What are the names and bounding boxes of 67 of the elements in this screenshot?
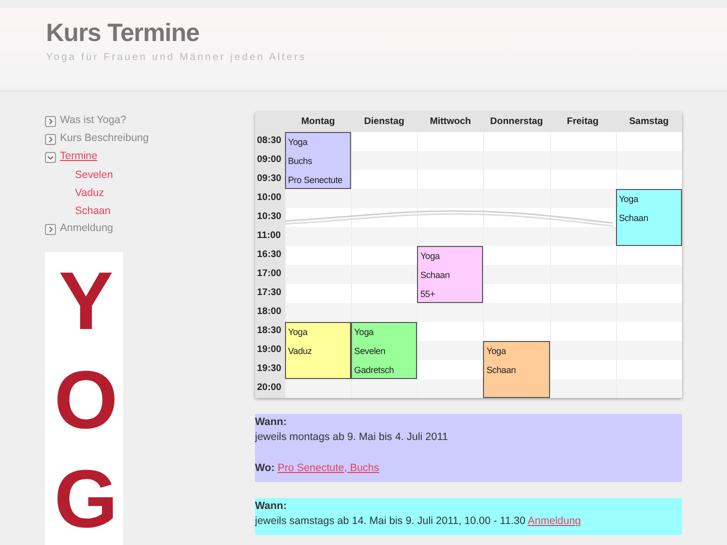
time-label: 19:00 — [255, 341, 285, 360]
schedule-cell — [285, 379, 352, 398]
time-label: 18:30 — [255, 322, 285, 341]
time-label: 09:00 — [255, 151, 285, 170]
site-subtitle: Yoga für Frauen und Männer jeden Alters — [46, 50, 308, 64]
time-label: 08:30 — [255, 132, 285, 151]
time-label: 11:00 — [255, 227, 285, 246]
schedule-cell — [351, 189, 418, 208]
day-header: Freitag — [550, 112, 616, 132]
calendar-event[interactable]: Yoga Sevelen Gadretsch — [351, 322, 418, 379]
time-label: 09:30 — [255, 170, 285, 189]
when-label: Wann: — [255, 498, 288, 514]
nav-link[interactable]: Was ist Yoga? — [60, 113, 126, 129]
day-header: Dienstag — [351, 112, 418, 132]
schedule-cell — [550, 227, 616, 246]
yoga-logo: YOG — [45, 252, 123, 545]
schedule-cell — [351, 379, 418, 398]
schedule-cell — [417, 227, 484, 246]
collapse-icon[interactable] — [45, 152, 56, 162]
schedule-cell — [417, 303, 484, 322]
expand-icon[interactable] — [45, 116, 56, 126]
when-text: jeweils samstags ab 14. Mai bis 9. Juli 2011, 10.00 - 11.30 Anmeldung — [255, 514, 582, 530]
calendar-event[interactable]: Yoga Schaan — [483, 341, 550, 398]
schedule-cell — [285, 303, 352, 322]
time-label: 18:00 — [255, 303, 285, 322]
day-header: Mittwoch — [417, 112, 484, 132]
when-text: jeweils montags ab 9. Mai bis 4. Juli 2011 — [255, 430, 449, 446]
day-header: Donnerstag — [483, 112, 550, 132]
schedule-cell — [351, 227, 418, 246]
time-label: 10:30 — [255, 208, 285, 227]
schedule-cell — [483, 303, 550, 322]
calendar-event[interactable]: Yoga Buchs Pro Senectute — [285, 132, 352, 189]
schedule-cell — [285, 265, 352, 284]
time-label: 16:30 — [255, 246, 285, 265]
time-label: 17:30 — [255, 284, 285, 303]
calendar-event[interactable]: Yoga Schaan 55+ — [417, 246, 484, 303]
time-label: 20:00 — [255, 379, 285, 398]
time-label: 17:00 — [255, 265, 285, 284]
day-header: Montag — [285, 112, 352, 132]
expand-icon[interactable] — [45, 224, 56, 234]
day-header: Samstag — [616, 112, 682, 132]
schedule-cell — [285, 227, 352, 246]
time-label: 10:00 — [255, 189, 285, 208]
nav-sublink[interactable]: Vaduz — [75, 184, 104, 202]
location-link[interactable]: Pro Senectute, Buchs — [278, 462, 380, 474]
site-title: Kurs Termine — [46, 20, 200, 48]
time-label: 19:30 — [255, 360, 285, 379]
schedule-cell — [550, 341, 616, 360]
schedule-cell — [285, 189, 352, 208]
schedule-cell — [351, 151, 418, 170]
nav-sublink[interactable]: Sevelen — [75, 166, 113, 184]
schedule-cell — [483, 265, 550, 284]
schedule-cell — [483, 227, 550, 246]
calendar-event[interactable]: Yoga Schaan — [616, 189, 682, 246]
nav-sublink[interactable]: Schaan — [75, 202, 111, 220]
calendar-event[interactable]: Yoga Vaduz — [285, 322, 352, 379]
schedule-cell — [417, 341, 484, 360]
nav-link[interactable]: Termine — [60, 149, 98, 165]
schedule-cell — [550, 189, 616, 208]
expand-icon[interactable] — [45, 134, 56, 144]
registration-link[interactable]: Anmeldung — [528, 515, 581, 528]
schedule-cell — [351, 265, 418, 284]
where-label: Wo: — [255, 462, 275, 474]
nav-link[interactable]: Kurs Beschreibung — [60, 131, 149, 147]
nav-link[interactable]: Anmeldung — [60, 221, 114, 237]
schedule-cell — [351, 303, 418, 322]
when-label: Wann: — [255, 415, 288, 430]
